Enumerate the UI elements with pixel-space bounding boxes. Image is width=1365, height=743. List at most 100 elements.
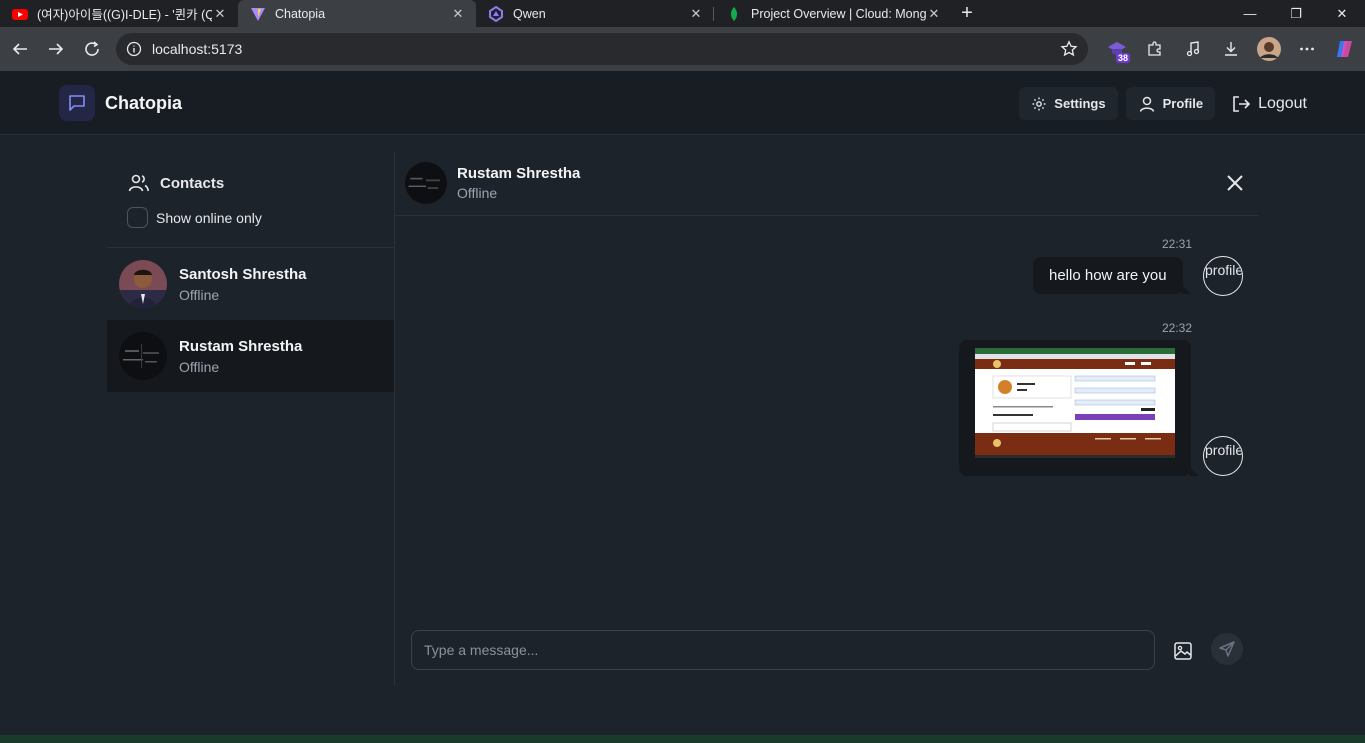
arrow-right-icon (49, 43, 64, 55)
contact-item[interactable]: Santosh Shrestha Offline (107, 248, 394, 320)
media-button[interactable] (1174, 33, 1212, 65)
more-menu-button[interactable] (1288, 33, 1326, 65)
user-icon (1139, 96, 1154, 112)
brand-logo (59, 85, 95, 121)
chat-header: Rustam Shrestha Offline (395, 151, 1259, 216)
mongodb-leaf-icon (731, 6, 737, 21)
copilot-icon (1337, 41, 1352, 57)
copilot-button[interactable] (1326, 33, 1364, 65)
send-icon (1219, 641, 1235, 657)
image-attachment[interactable] (975, 348, 1175, 458)
downloads-button[interactable] (1212, 33, 1250, 65)
tab-title: (여자)아이들((G)I-DLE) - '퀸카 (Qu (37, 8, 212, 22)
contacts-header: Contacts Show online only (107, 151, 394, 248)
logout-label: Logout (1258, 94, 1307, 112)
brand-link[interactable]: Chatopia (59, 85, 182, 121)
attach-image-button[interactable] (1165, 631, 1201, 671)
reload-icon (85, 41, 99, 56)
contact-item-selected[interactable]: Rustam Shrestha Offline (107, 320, 394, 392)
close-tab-icon[interactable]: ✕ (450, 6, 466, 22)
restore-icon[interactable]: ❐ (1273, 0, 1319, 27)
online-only-label: Show online only (156, 209, 262, 226)
tab-youtube[interactable]: (여자)아이들((G)I-DLE) - '퀸카 (Qu ✕ (0, 0, 238, 27)
contacts-title: Contacts (127, 171, 394, 195)
avatar (1257, 37, 1281, 61)
avatar: profile (1203, 436, 1243, 476)
tab-qwen[interactable]: Qwen ✕ (476, 0, 714, 27)
online-only-toggle[interactable]: Show online only (127, 207, 394, 228)
tab-title: Qwen (513, 6, 546, 21)
vite-icon (251, 7, 265, 21)
avatar (405, 162, 447, 204)
message-square-icon (69, 95, 85, 111)
contact-name: Santosh Shrestha (179, 265, 307, 283)
users-icon (128, 174, 149, 192)
close-chat-button[interactable] (1223, 171, 1247, 195)
close-tab-icon[interactable]: ✕ (688, 6, 704, 22)
contacts-title-text: Contacts (160, 174, 225, 192)
new-tab-button[interactable]: + (952, 0, 982, 27)
back-button[interactable] (2, 31, 38, 67)
browser-tab-bar: (여자)아이들((G)I-DLE) - '퀸카 (Qu ✕ Chatopia ✕… (0, 0, 1365, 27)
profile-button[interactable]: Profile (1125, 87, 1216, 120)
online-only-checkbox[interactable] (127, 207, 148, 228)
avatar-alt-text: profile (1205, 262, 1243, 278)
puzzle-icon (1148, 41, 1161, 56)
gear-icon (1032, 97, 1046, 110)
site-info-icon[interactable] (126, 41, 142, 57)
minimize-icon[interactable]: — (1227, 0, 1273, 27)
send-button[interactable] (1211, 633, 1243, 665)
tab-chatopia[interactable]: Chatopia ✕ (238, 0, 476, 27)
contact-name: Rustam Shrestha (179, 337, 303, 355)
settings-button[interactable]: Settings (1019, 87, 1118, 120)
logout-icon (1233, 95, 1251, 112)
url-text: localhost:5173 (152, 41, 243, 57)
music-note-icon (1186, 41, 1200, 57)
os-taskbar (0, 735, 1365, 743)
app-navbar: Chatopia Settings Profile Logout (0, 71, 1365, 135)
extension-button[interactable]: 38 (1098, 33, 1136, 65)
avatar-alt-text: profile (1205, 442, 1243, 458)
more-dots-icon (1300, 47, 1314, 51)
tab-mongodb[interactable]: Project Overview | Cloud: MongoDB ✕ (714, 0, 952, 27)
avatar (119, 260, 167, 308)
forward-button[interactable] (38, 31, 74, 67)
nav-actions: Settings Profile Logout (1011, 87, 1307, 120)
reload-button[interactable] (74, 31, 110, 67)
youtube-icon (12, 8, 28, 20)
message-bubble (959, 340, 1199, 476)
arrow-left-icon (12, 43, 27, 55)
profile-avatar-button[interactable] (1250, 33, 1288, 65)
message-text: hello how are you (1049, 267, 1167, 284)
chat-panel: Rustam Shrestha Offline 22:31 hello how … (395, 151, 1259, 686)
avatar: profile (1203, 256, 1243, 296)
message-bubble: hello how are you (1033, 257, 1191, 294)
message-input[interactable] (411, 630, 1155, 670)
close-tab-icon[interactable]: ✕ (212, 6, 228, 22)
contact-status: Offline (179, 358, 220, 375)
extension-badge: 38 (1115, 53, 1130, 63)
image-icon (1174, 642, 1192, 660)
message-time: 22:31 (1162, 237, 1193, 251)
address-bar[interactable]: localhost:5173 (116, 33, 1088, 65)
window-controls: — ❐ ✕ (1227, 0, 1365, 27)
avatar (119, 332, 167, 380)
extensions-button[interactable] (1136, 33, 1174, 65)
settings-label: Settings (1054, 96, 1106, 111)
download-icon (1225, 42, 1237, 56)
contact-status: Offline (179, 286, 220, 303)
chat-contact-status: Offline (457, 185, 498, 201)
close-tab-icon[interactable]: ✕ (926, 6, 942, 22)
browser-toolbar: localhost:5173 38 (0, 27, 1365, 71)
chat-contact-name: Rustam Shrestha (457, 165, 581, 182)
star-icon[interactable] (1060, 40, 1078, 58)
close-window-icon[interactable]: ✕ (1319, 0, 1365, 27)
qwen-icon (489, 5, 503, 22)
tab-title: Project Overview | Cloud: MongoDB (751, 6, 926, 21)
tab-title: Chatopia (275, 6, 326, 21)
logout-button[interactable]: Logout (1223, 87, 1307, 120)
profile-label: Profile (1162, 96, 1204, 111)
brand-name: Chatopia (105, 92, 183, 113)
close-icon (1227, 175, 1243, 191)
contacts-sidebar: Contacts Show online only Santosh Shrest… (107, 151, 395, 686)
